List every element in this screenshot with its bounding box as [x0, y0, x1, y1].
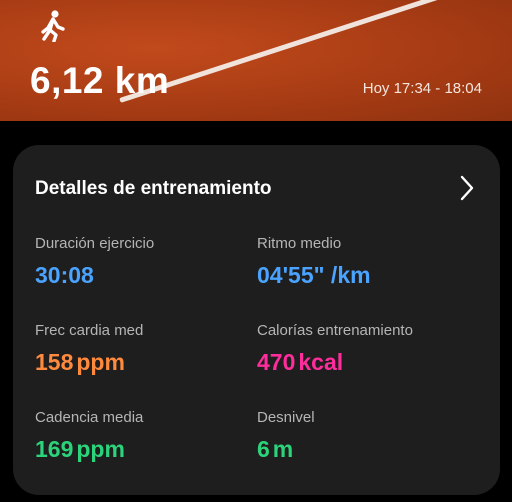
metric-value: 04'55" /km	[257, 262, 371, 288]
metric-duration: Duración ejercicio 30:08	[35, 235, 154, 289]
metric-label: Duración ejercicio	[35, 235, 155, 252]
metric-avg-heart-rate: Frec cardia med 158 ppm	[35, 322, 143, 376]
metric-elevation: Desnivel 6m	[257, 409, 315, 463]
distance-value: 6,12 km	[30, 60, 170, 101]
metric-label: Desnivel	[257, 409, 315, 426]
metric-avg-cadence: Cadencia media 169 ppm	[35, 409, 143, 463]
card-title: Detalles de entrenamiento	[35, 178, 272, 199]
metric-label: Calorías entrenamiento	[257, 322, 413, 339]
metric-calories: Calorías entrenamiento 470 kcal	[257, 322, 413, 376]
metric-value: 169 ppm	[35, 436, 125, 462]
metric-label: Ritmo medio	[257, 235, 342, 252]
metric-value: 158 ppm	[35, 349, 125, 375]
metric-label: Frec cardia med	[35, 322, 144, 339]
metric-avg-pace: Ritmo medio 04'55" /km	[257, 235, 371, 289]
metric-value: 470 kcal	[257, 349, 344, 375]
chevron-right-icon[interactable]	[460, 175, 474, 201]
time-range: Hoy 17:34 - 18:04	[362, 80, 482, 97]
activity-header: 6,12 km Hoy 17:34 - 18:04	[0, 0, 512, 121]
metric-value: 6m	[257, 436, 294, 462]
training-details-card[interactable]: Detalles de entrenamiento Duración ejerc…	[13, 145, 500, 495]
metric-label: Cadencia media	[35, 409, 144, 426]
metric-value: 30:08	[35, 262, 94, 288]
runner-icon	[41, 10, 65, 42]
